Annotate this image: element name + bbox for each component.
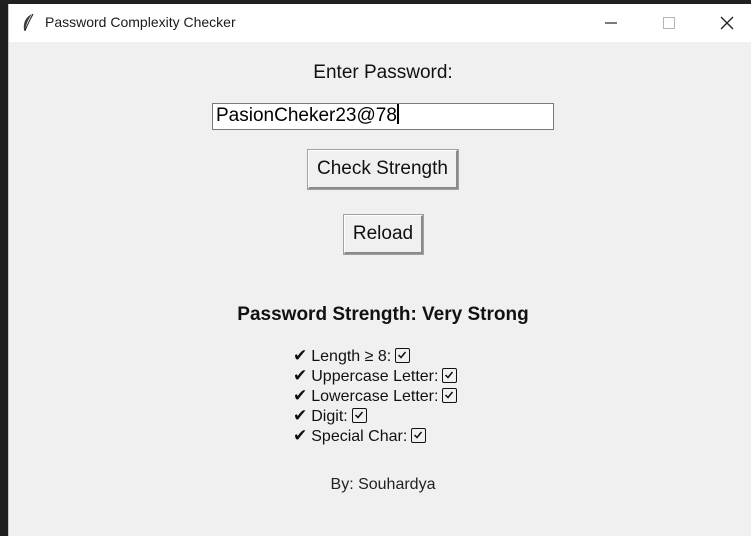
checkmark-icon: ✔ (293, 426, 308, 445)
criterion-label: Length ≥ 8: (311, 348, 392, 365)
password-input-value: PasionCheker23@78 (216, 105, 397, 126)
reload-button[interactable]: Reload (343, 214, 424, 255)
criterion-lowercase: ✔ Lowercase Letter: (293, 386, 458, 406)
enter-password-label: Enter Password: (313, 62, 453, 83)
author-credit: By: Souhardya (330, 476, 436, 493)
checked-box-icon (442, 388, 458, 403)
checked-box-icon (442, 368, 458, 383)
criterion-special-char: ✔ Special Char: (293, 426, 457, 446)
text-caret (396, 104, 399, 124)
criteria-list: ✔ Length ≥ 8: ✔ Uppercase Letter: ✔ Lowerca… (293, 346, 458, 446)
close-button[interactable] (699, 4, 751, 42)
criterion-label: Special Char: (311, 428, 408, 445)
checkmark-icon: ✔ (293, 386, 308, 405)
password-strength-result: Password Strength: Very Strong (237, 304, 529, 325)
checkmark-icon: ✔ (293, 406, 308, 425)
client-area: Enter Password: PasionCheker23@78 Check … (9, 42, 751, 536)
checked-box-icon (351, 408, 367, 423)
close-icon (720, 16, 734, 30)
maximize-button[interactable] (641, 4, 697, 42)
check-strength-button[interactable]: Check Strength (307, 149, 459, 190)
maximize-icon (663, 17, 675, 29)
password-input[interactable]: PasionCheker23@78 (212, 103, 554, 130)
criterion-label: Lowercase Letter: (311, 388, 439, 405)
checkmark-icon: ✔ (293, 366, 308, 385)
criterion-length: ✔ Length ≥ 8: (293, 346, 457, 366)
criterion-uppercase: ✔ Uppercase Letter: (293, 366, 458, 386)
checked-box-icon (411, 428, 427, 443)
minimize-button[interactable] (583, 4, 639, 42)
title-bar[interactable]: Password Complexity Checker (9, 4, 751, 42)
criterion-digit: ✔ Digit: (293, 406, 457, 426)
minimize-icon (605, 22, 617, 24)
criterion-label: Digit: (311, 408, 348, 425)
feather-icon (21, 13, 35, 33)
app-window: Password Complexity Checker Enter Passwo… (8, 4, 751, 536)
window-title: Password Complexity Checker (45, 14, 236, 30)
checkmark-icon: ✔ (293, 346, 308, 365)
checked-box-icon (395, 348, 411, 363)
criterion-label: Uppercase Letter: (311, 368, 439, 385)
